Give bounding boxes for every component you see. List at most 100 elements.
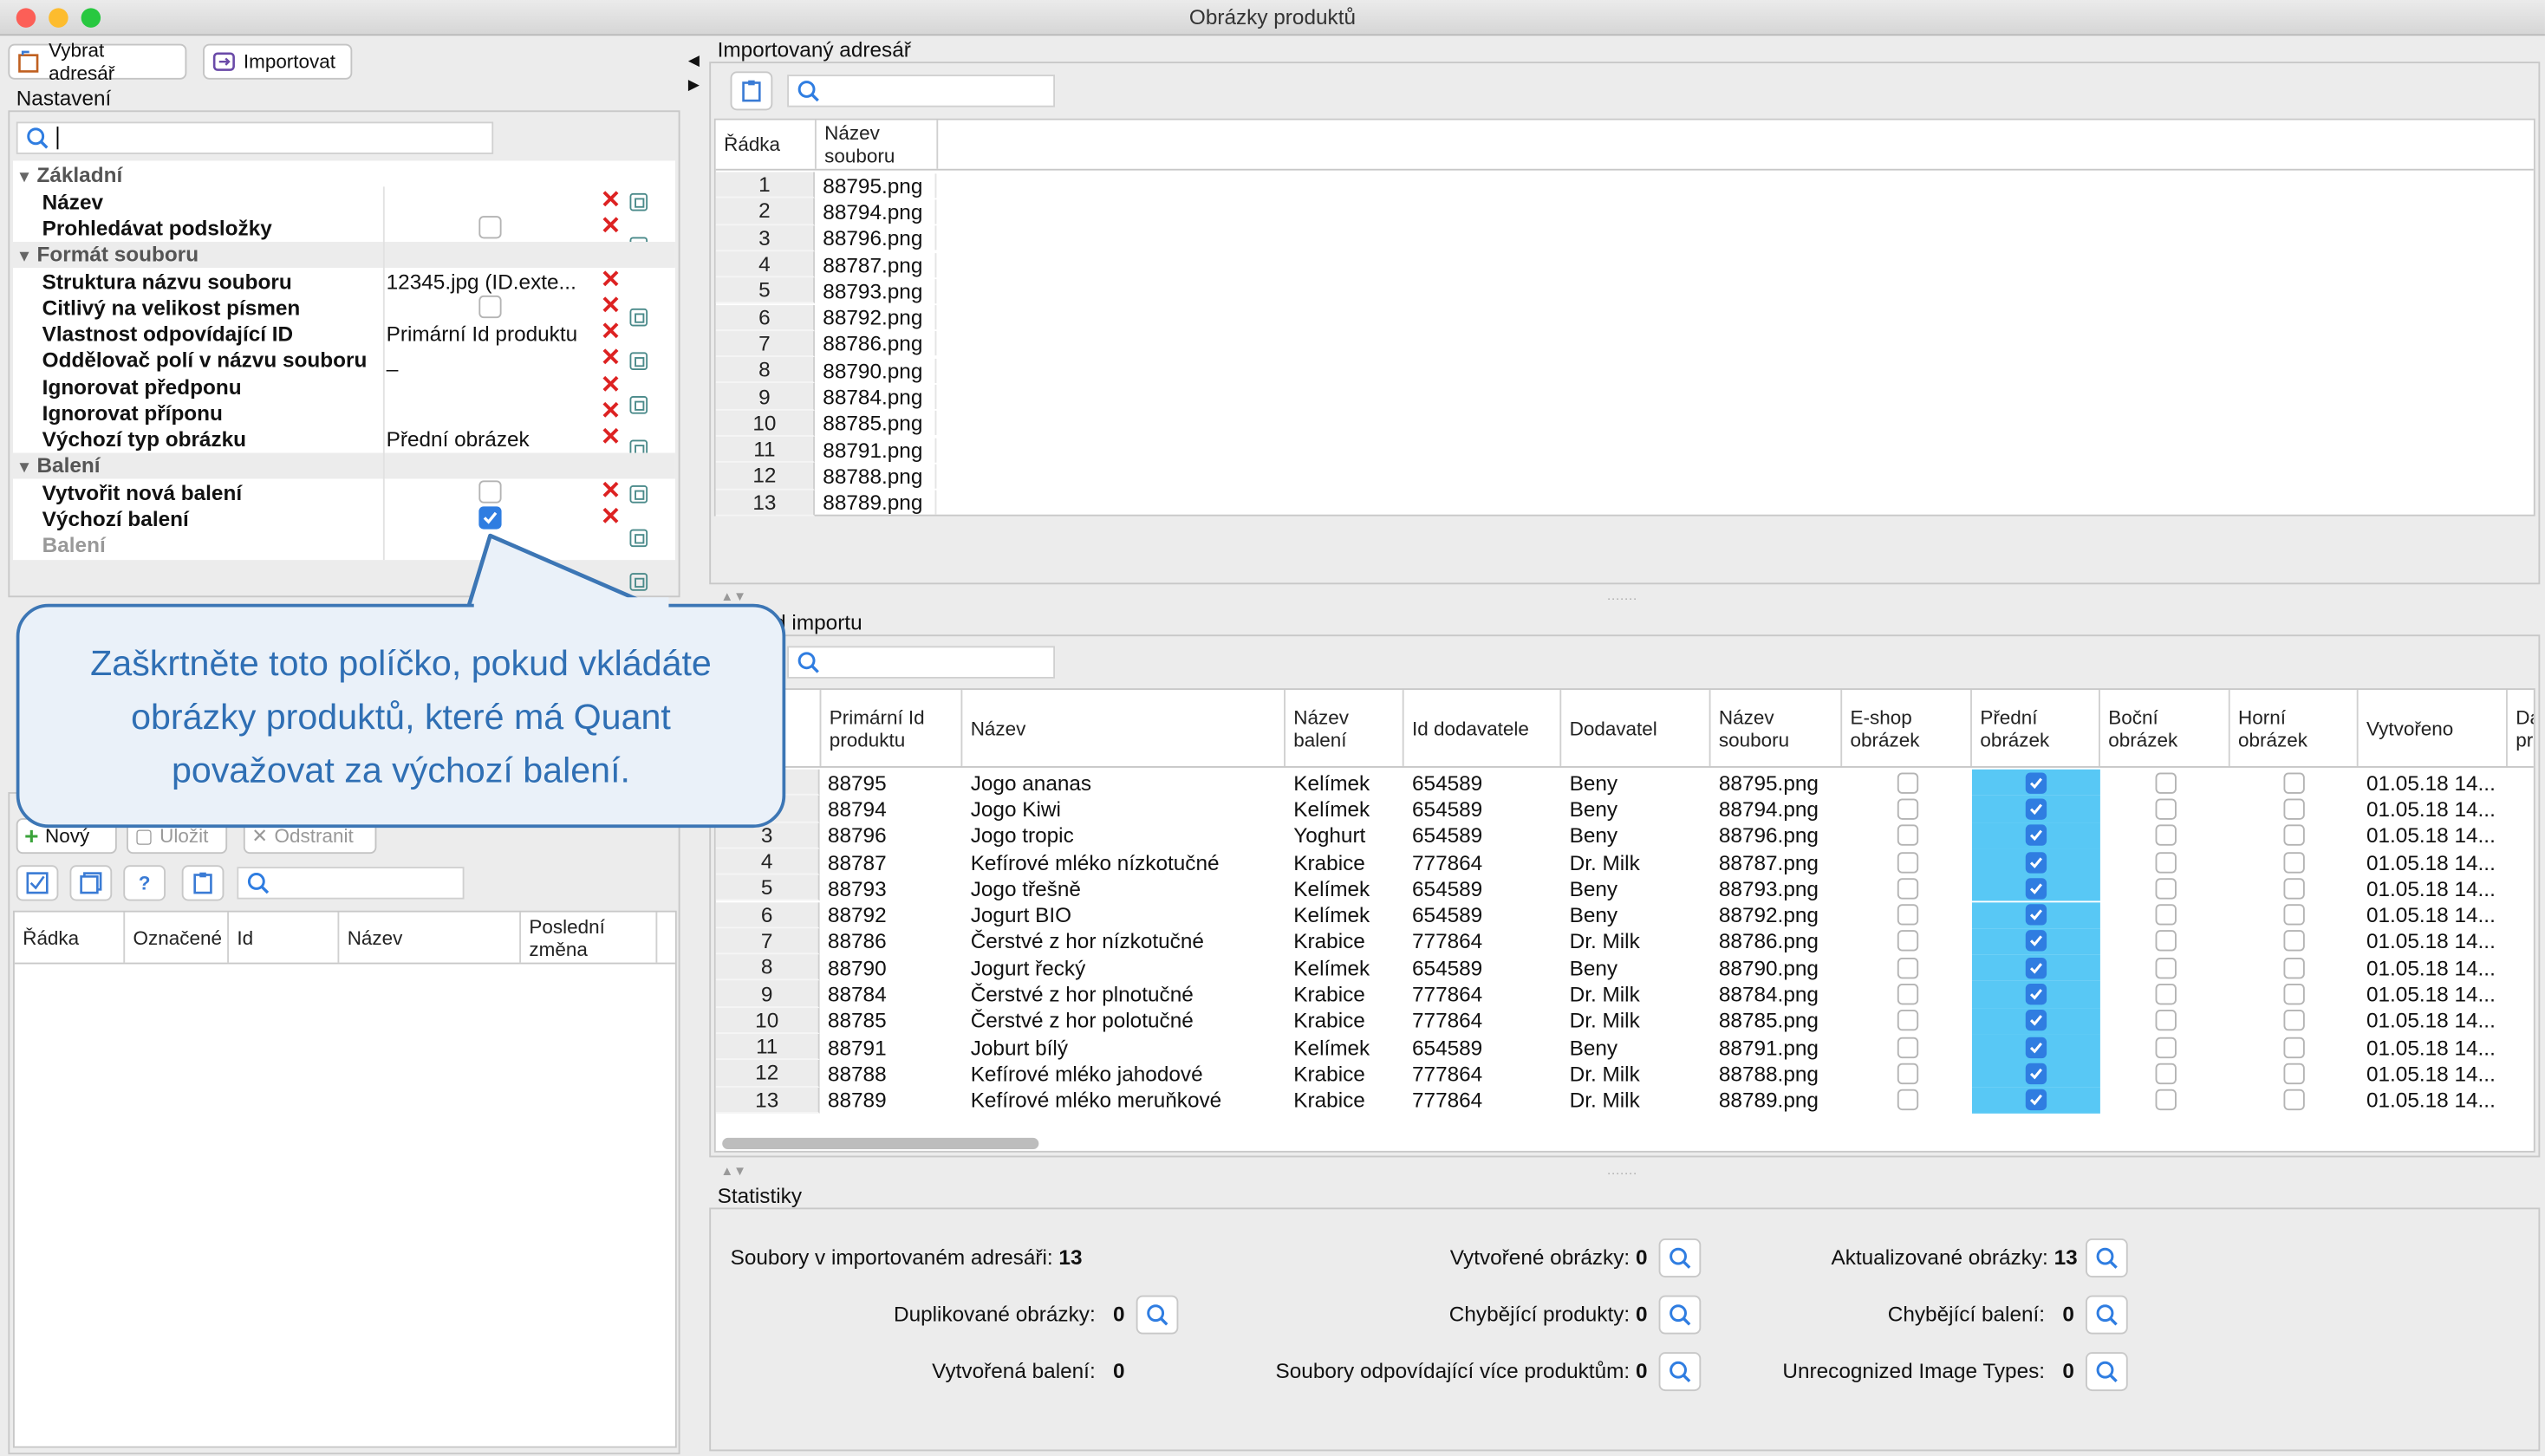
- col-eshop-obrazek[interactable]: E-shop obrázek: [1842, 689, 1972, 767]
- front-image-checkbox[interactable]: [1971, 874, 2100, 902]
- col-radka[interactable]: Řádka: [15, 912, 126, 963]
- eshop-image-checkbox[interactable]: [1842, 848, 1972, 875]
- table-row[interactable]: 1 88795.png: [715, 172, 2534, 199]
- top-image-checkbox[interactable]: [2230, 1034, 2359, 1061]
- front-image-checkbox[interactable]: [1971, 927, 2100, 955]
- col-nazev-souboru[interactable]: Název souboru: [1711, 689, 1843, 767]
- table-row[interactable]: 7 88786 Čerstvé z hor nízkotučné Krabice 777…: [715, 927, 2534, 955]
- expand-right-icon[interactable]: ▶: [688, 76, 700, 94]
- splitter-grip-icon[interactable]: ·······: [1607, 1166, 1637, 1180]
- clear-icon[interactable]: ✕: [601, 320, 622, 344]
- prop-struktura-value[interactable]: 12345.jpg (ID.exte...: [387, 270, 595, 294]
- top-image-checkbox[interactable]: [2230, 1007, 2359, 1034]
- clear-icon[interactable]: ✕: [601, 374, 622, 398]
- side-image-checkbox[interactable]: [2100, 928, 2230, 955]
- imported-search-input[interactable]: [787, 75, 1056, 107]
- table-row[interactable]: 11 88791.png: [715, 436, 2534, 464]
- copy-icon[interactable]: [629, 395, 648, 414]
- table-row[interactable]: 8 88790.png: [715, 357, 2534, 384]
- front-image-checkbox[interactable]: [1971, 901, 2100, 928]
- side-image-checkbox[interactable]: [2100, 901, 2230, 928]
- top-image-checkbox[interactable]: [2230, 981, 2359, 1008]
- side-image-checkbox[interactable]: [2100, 822, 2230, 849]
- col-primarni-id[interactable]: Primární Id produktu: [821, 689, 963, 767]
- group-zakladni[interactable]: ▼ Základní: [16, 162, 123, 186]
- table-row[interactable]: 9 88784.png: [715, 383, 2534, 411]
- zoom-created-icon[interactable]: [1658, 1238, 1702, 1277]
- table-row[interactable]: 8 88790 Jogurt řecký Kelímek 654589 Beny 88790…: [715, 954, 2534, 981]
- col-posledni-zmena[interactable]: Poslední změna: [521, 912, 658, 963]
- side-image-checkbox[interactable]: [2100, 796, 2230, 822]
- table-row[interactable]: 88795 Jogo ananas Kelímek 654589 Beny 88795.p…: [715, 769, 2534, 796]
- zoom-multi-icon[interactable]: [1658, 1352, 1702, 1392]
- eshop-image-checkbox[interactable]: [1842, 1087, 1972, 1114]
- prop-oddelovac-value[interactable]: _: [387, 348, 595, 372]
- col-dodavatel[interactable]: Dodavatel: [1561, 689, 1711, 767]
- group-baleni[interactable]: ▼ Balení: [16, 453, 101, 478]
- col-horni-obrazek[interactable]: Horní obrázek: [2230, 689, 2359, 767]
- col-bocni-obrazek[interactable]: Boční obrázek: [2100, 689, 2230, 767]
- front-image-checkbox[interactable]: [1971, 1007, 2100, 1035]
- table-row[interactable]: 10 88785.png: [715, 410, 2534, 437]
- splitter-arrows-icon[interactable]: ▲▼: [720, 1164, 746, 1180]
- subfolders-checkbox[interactable]: [478, 216, 502, 239]
- table-row[interactable]: 6 88792 Jogurt BIO Kelímek 654589 Beny 88792.p…: [715, 901, 2534, 928]
- create-packaging-checkbox[interactable]: [478, 480, 502, 504]
- clear-icon[interactable]: ✕: [601, 214, 622, 238]
- side-image-checkbox[interactable]: [2100, 1087, 2230, 1114]
- col-predni-obrazek[interactable]: Přední obrázek: [1972, 689, 2100, 767]
- front-image-checkbox[interactable]: [1971, 980, 2100, 1008]
- table-row[interactable]: 10 88785 Čerstvé z hor polotučné Krabice 777…: [715, 1007, 2534, 1035]
- table-row[interactable]: 88794 Jogo Kiwi Kelímek 654589 Beny 88794.png…: [715, 796, 2534, 822]
- table-row[interactable]: 4 88787 Kefírové mléko nízkotučné Krabice 77…: [715, 848, 2534, 875]
- import-button[interactable]: Importovat: [203, 43, 353, 80]
- table-row[interactable]: 2 88794.png: [715, 198, 2534, 225]
- col-nazev[interactable]: Název: [962, 689, 1286, 767]
- preview-search-input[interactable]: [787, 646, 1056, 679]
- copy-icon[interactable]: [629, 308, 648, 327]
- copy-icon[interactable]: [629, 352, 648, 371]
- collapse-left-icon[interactable]: ◀: [688, 52, 700, 70]
- col-oznacene[interactable]: Označené: [125, 912, 230, 963]
- table-row[interactable]: 5 88793.png: [715, 277, 2534, 305]
- side-image-checkbox[interactable]: [2100, 1034, 2230, 1061]
- eshop-image-checkbox[interactable]: [1842, 1061, 1972, 1088]
- copy-icon[interactable]: [629, 192, 648, 211]
- clear-icon[interactable]: ✕: [601, 188, 622, 212]
- eshop-image-checkbox[interactable]: [1842, 796, 1972, 822]
- top-image-checkbox[interactable]: [2230, 875, 2359, 902]
- front-image-checkbox[interactable]: [1971, 769, 2100, 796]
- top-image-checkbox[interactable]: [2230, 901, 2359, 928]
- front-image-checkbox[interactable]: [1971, 822, 2100, 849]
- clear-icon[interactable]: ✕: [601, 268, 622, 292]
- clipboard-icon[interactable]: [730, 71, 773, 111]
- top-image-checkbox[interactable]: [2230, 796, 2359, 822]
- top-image-checkbox[interactable]: [2230, 954, 2359, 981]
- clear-icon[interactable]: ✕: [601, 346, 622, 370]
- eshop-image-checkbox[interactable]: [1842, 901, 1972, 928]
- side-image-checkbox[interactable]: [2100, 954, 2230, 981]
- col-datum-pr[interactable]: Da pr: [2508, 690, 2534, 766]
- front-image-checkbox[interactable]: [1971, 1060, 2100, 1088]
- front-image-checkbox[interactable]: [1971, 954, 2100, 981]
- zoom-missing-packaging-icon[interactable]: [2086, 1295, 2128, 1335]
- splitter-grip-icon[interactable]: ·······: [1607, 591, 1637, 606]
- prop-vlastnost-value[interactable]: Primární Id produktu: [387, 322, 595, 346]
- side-image-checkbox[interactable]: [2100, 1061, 2230, 1088]
- col-nazev[interactable]: Název: [339, 912, 522, 963]
- table-row[interactable]: 13 88789.png: [715, 489, 2534, 517]
- col-nazev-souboru[interactable]: Název souboru: [817, 120, 939, 169]
- eshop-image-checkbox[interactable]: [1842, 770, 1972, 796]
- front-image-checkbox[interactable]: [1971, 796, 2100, 822]
- table-row[interactable]: 4 88787.png: [715, 251, 2534, 278]
- table-row[interactable]: 7 88786.png: [715, 330, 2534, 358]
- col-vytvoreno[interactable]: Vytvořeno: [2359, 689, 2508, 767]
- table-row[interactable]: 11 88791 Joburt bílý Kelímek 654589 Beny 88791…: [715, 1034, 2534, 1061]
- case-sensitive-checkbox[interactable]: [478, 295, 502, 319]
- zoom-unrecognized-icon[interactable]: [2086, 1352, 2128, 1392]
- settings-search-input[interactable]: [16, 121, 494, 154]
- clear-icon[interactable]: ✕: [601, 426, 622, 450]
- table-row[interactable]: 5 88793 Jogo třešně Kelímek 654589 Beny 88793.…: [715, 874, 2534, 902]
- group-format[interactable]: ▼ Formát souboru: [16, 242, 199, 266]
- side-image-checkbox[interactable]: [2100, 875, 2230, 902]
